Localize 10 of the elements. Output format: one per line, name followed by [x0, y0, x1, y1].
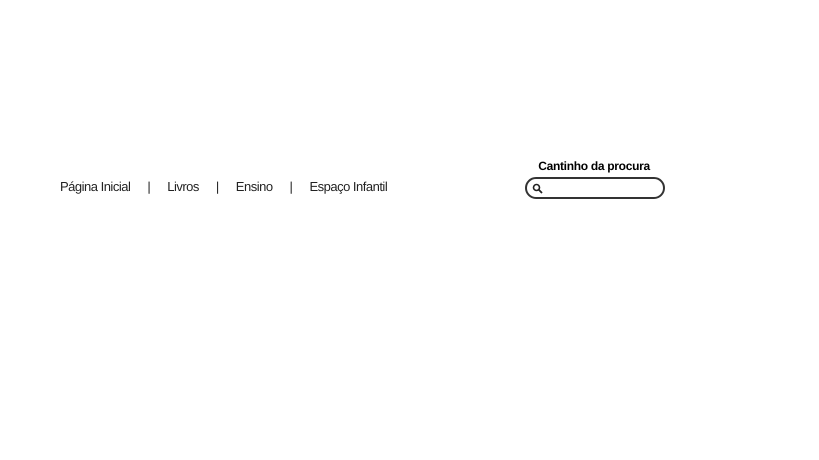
nav-link[interactable]: Ensino: [236, 176, 273, 196]
nav-link[interactable]: Livros: [167, 176, 199, 196]
search-icon: [532, 182, 544, 194]
nav-link[interactable]: Página Inicial: [60, 176, 130, 196]
nav-link[interactable]: Espaço Infantil: [309, 176, 388, 196]
nav-separator: |: [216, 178, 219, 196]
search-field[interactable]: [525, 177, 666, 199]
search-label: Cantinho da procura: [538, 158, 650, 174]
nav-separator: |: [147, 178, 150, 196]
nav-separator: |: [290, 178, 292, 196]
